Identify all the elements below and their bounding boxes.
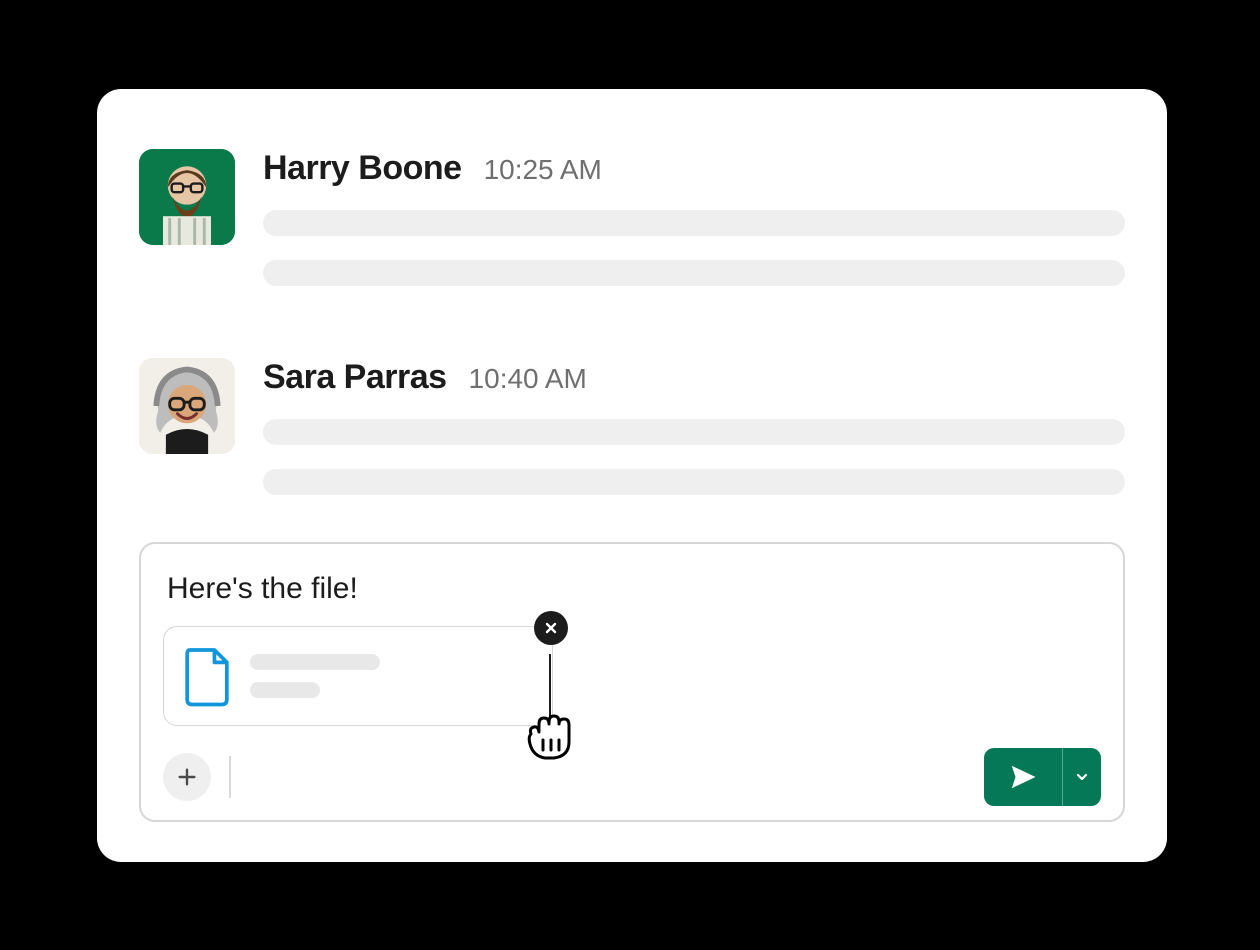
send-button-group (984, 748, 1101, 806)
composer-toolbar (163, 748, 1101, 806)
avatar[interactable] (139, 149, 235, 245)
chat-panel: Harry Boone 10:25 AM (97, 89, 1167, 862)
avatar[interactable] (139, 358, 235, 454)
avatar-harry-icon (139, 149, 235, 245)
send-icon (1008, 762, 1038, 792)
message-timestamp: 10:25 AM (484, 154, 602, 186)
message-composer[interactable]: Here's the file! (139, 542, 1125, 822)
chevron-down-icon (1075, 770, 1089, 784)
message-text-placeholder (263, 469, 1125, 495)
send-button[interactable] (984, 748, 1062, 806)
message-timestamp: 10:40 AM (469, 363, 587, 395)
remove-attachment-button[interactable] (534, 611, 568, 645)
message-row: Harry Boone 10:25 AM (139, 149, 1125, 310)
close-icon (544, 621, 558, 635)
send-options-button[interactable] (1063, 748, 1101, 806)
message-author[interactable]: Harry Boone (263, 149, 462, 188)
file-icon (182, 645, 232, 707)
message-author[interactable]: Sara Parras (263, 358, 447, 397)
toolbar-divider (229, 756, 231, 798)
plus-icon (176, 766, 198, 788)
message-row: Sara Parras 10:40 AM (139, 358, 1125, 519)
add-attachment-button[interactable] (163, 753, 211, 801)
grab-cursor-icon (521, 710, 579, 762)
message-text-placeholder (263, 210, 1125, 236)
message-text-placeholder (263, 260, 1125, 286)
message-text-placeholder (263, 419, 1125, 445)
composer-text[interactable]: Here's the file! (167, 572, 1101, 606)
avatar-sara-icon (139, 358, 235, 454)
file-attachment[interactable] (163, 626, 553, 726)
attachment-meta (250, 654, 534, 698)
